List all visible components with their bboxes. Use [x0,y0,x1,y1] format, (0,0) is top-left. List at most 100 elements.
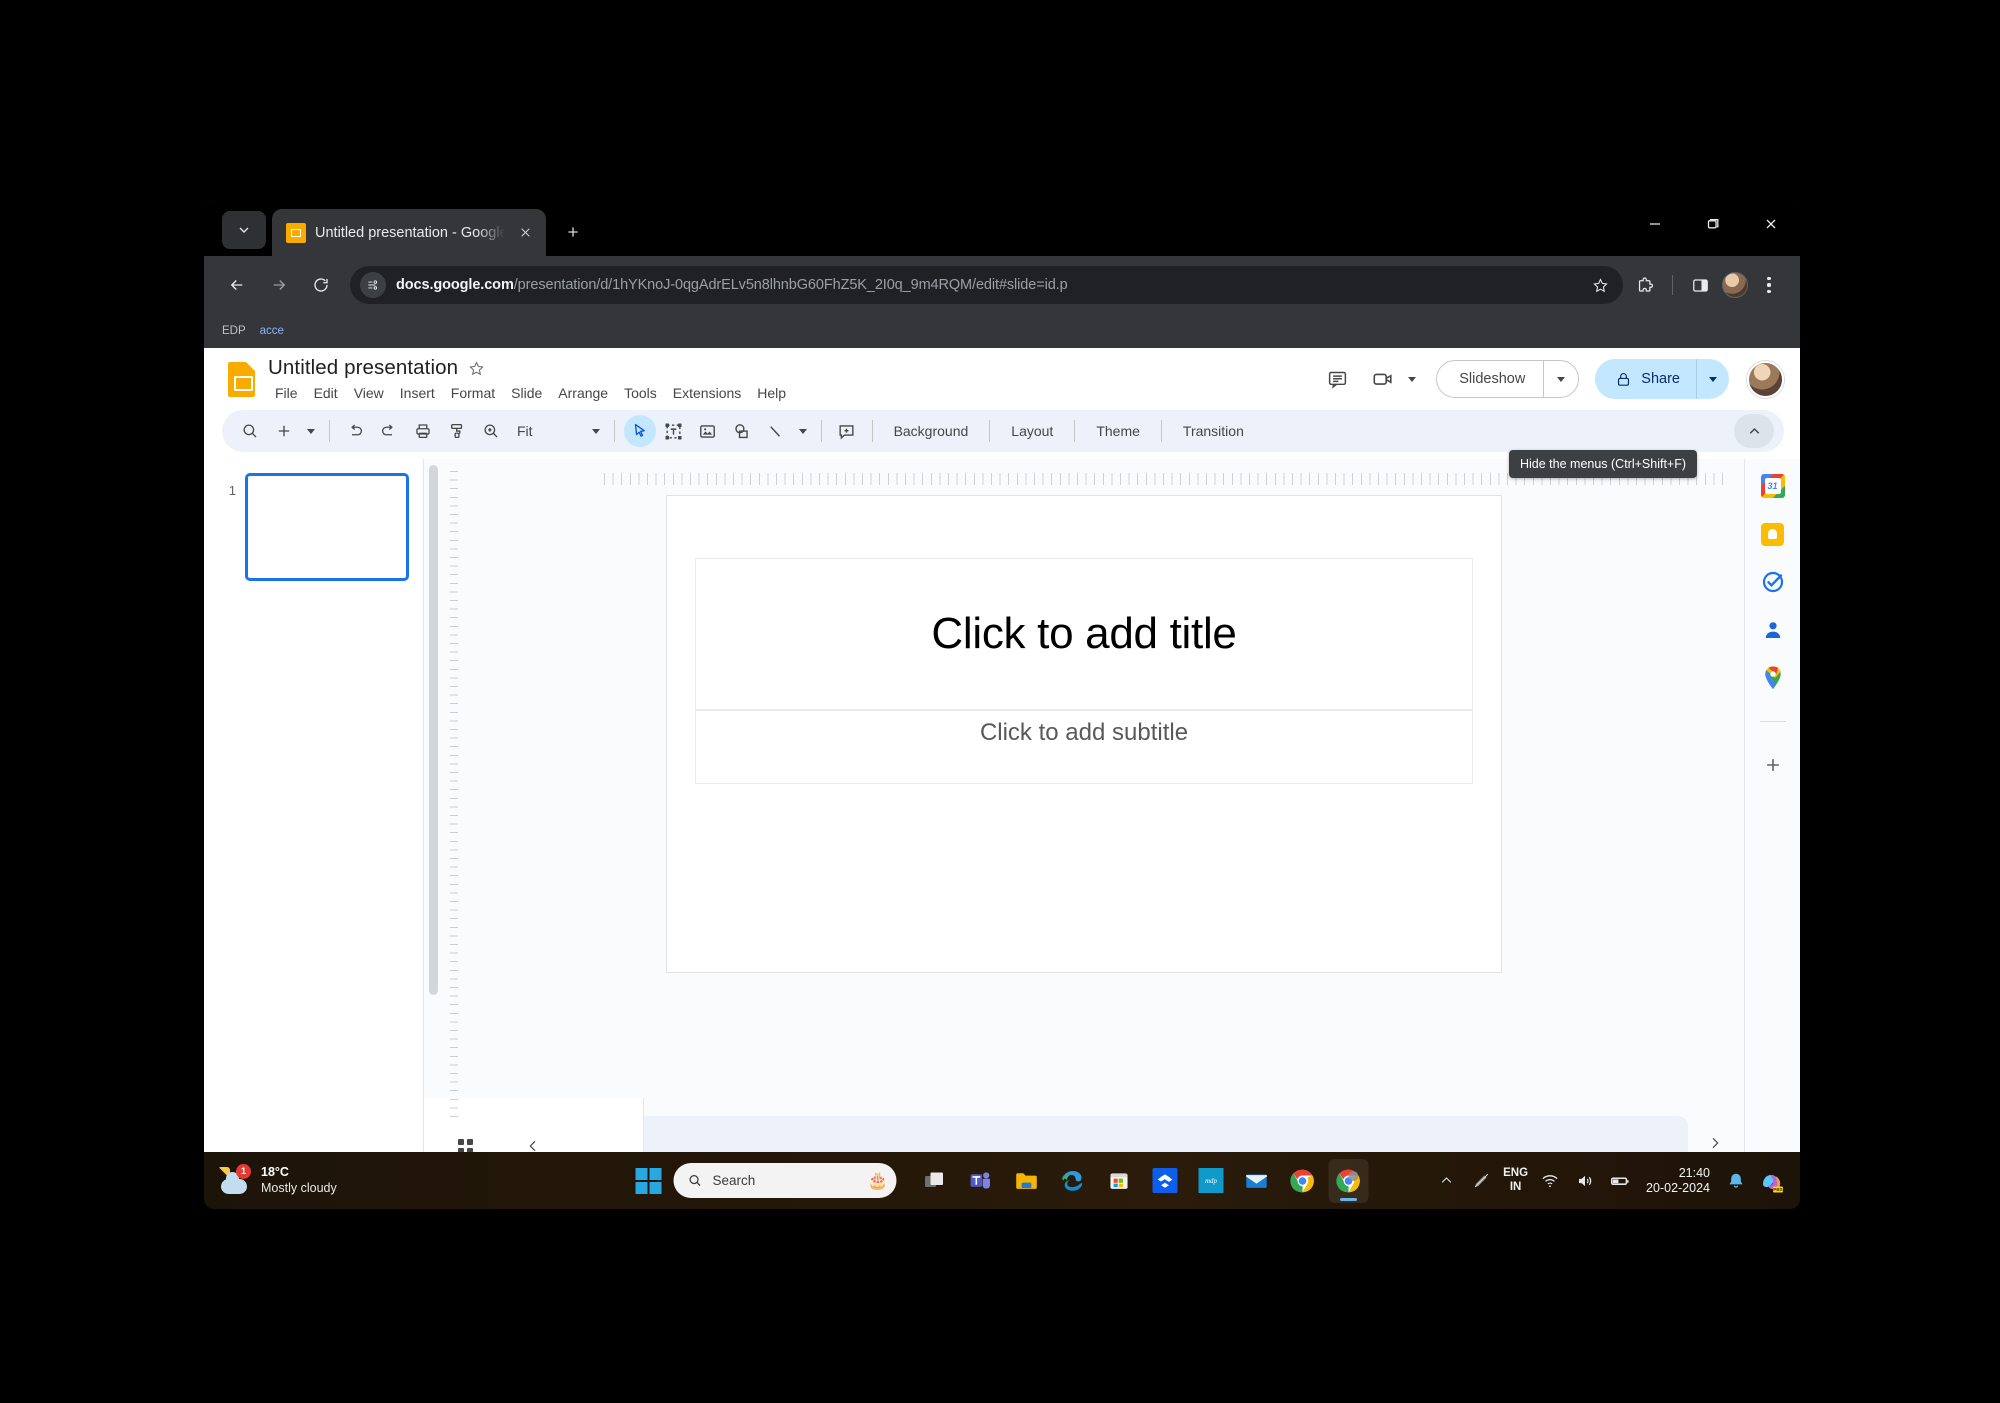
theme-button[interactable]: Theme [1084,417,1152,445]
line-icon[interactable] [760,415,792,447]
search-icon[interactable] [234,415,266,447]
windows-start-icon[interactable] [635,1167,662,1194]
share-options-button[interactable] [1697,359,1729,399]
microsoft-teams-icon[interactable] [961,1159,1001,1203]
close-window-button[interactable] [1742,200,1800,247]
menu-edit[interactable]: Edit [308,383,344,403]
menu-arrange[interactable]: Arrange [552,383,614,403]
new-slide-icon[interactable] [268,415,300,447]
bookmark-item[interactable]: EDP [222,325,246,337]
slideshow-label[interactable]: Slideshow [1437,361,1543,397]
layout-button[interactable]: Layout [999,417,1065,445]
mail-icon[interactable] [1237,1159,1277,1203]
vertical-scrollbar[interactable] [429,465,438,995]
close-icon[interactable] [514,222,536,244]
subtitle-placeholder[interactable]: Click to add subtitle [695,710,1473,784]
maximize-restore-button[interactable] [1684,200,1742,247]
microsoft-edge-icon[interactable] [1053,1159,1093,1203]
slideshow-options-button[interactable] [1544,361,1578,397]
insert-comment-icon[interactable] [831,415,863,447]
background-button[interactable]: Background [882,417,981,445]
paint-format-icon[interactable] [441,415,473,447]
side-panel-icon[interactable] [1682,267,1718,303]
share-button[interactable]: Share [1595,359,1729,399]
zoom-level-value[interactable]: Fit [509,423,541,439]
extensions-icon[interactable] [1627,267,1663,303]
site-settings-icon[interactable] [360,272,386,298]
chrome-menu-icon[interactable] [1752,267,1786,303]
share-main[interactable]: Share [1595,359,1696,399]
menu-slide[interactable]: Slide [505,383,548,403]
google-tasks-icon[interactable] [1760,569,1786,595]
shape-icon[interactable] [726,415,758,447]
undo-icon[interactable] [339,415,371,447]
reload-button[interactable] [302,266,340,304]
avatar[interactable] [1747,360,1784,398]
clock[interactable]: 21:40 20-02-2024 [1646,1166,1710,1196]
profile-avatar[interactable] [1722,272,1748,298]
battery-icon[interactable] [1607,1168,1633,1194]
select-tool-icon[interactable] [623,415,656,447]
slide-thumbnail-1[interactable] [245,473,409,581]
google-contacts-icon[interactable] [1760,617,1786,643]
google-chrome-icon[interactable] [1283,1159,1323,1203]
menu-tools[interactable]: Tools [618,383,663,403]
new-tab-button[interactable] [554,213,592,251]
chevron-down-icon[interactable] [1408,376,1417,382]
line-options-icon[interactable] [794,416,812,446]
address-bar[interactable]: docs.google.com/presentation/d/1hYKnoJ-0… [350,266,1623,304]
language-indicator[interactable]: ENG IN [1503,1167,1528,1193]
tab-search-button[interactable] [222,211,266,249]
back-button[interactable] [218,266,256,304]
chevron-down-icon [1709,376,1717,382]
mdpi-app-icon[interactable]: mdp [1191,1159,1231,1203]
slide-editing-canvas[interactable]: Click to add title Click to add subtitle [666,495,1502,973]
text-box-icon[interactable] [658,415,690,447]
weather-widget[interactable]: 1 18°C Mostly cloudy [218,1163,337,1196]
google-calendar-icon[interactable]: 31 [1760,473,1786,499]
transition-button[interactable]: Transition [1171,417,1256,445]
search-input[interactable]: Search 🎂 [673,1163,897,1198]
google-chrome-active-icon[interactable] [1328,1158,1369,1203]
google-slides-logo-icon[interactable] [222,356,260,402]
forward-button[interactable] [260,266,298,304]
volume-icon[interactable] [1572,1168,1598,1194]
zoom-dropdown-icon[interactable] [587,416,605,446]
redo-icon[interactable] [373,415,405,447]
add-ons-plus-icon[interactable] [1760,752,1786,778]
wifi-icon[interactable] [1537,1168,1563,1194]
bookmark-item[interactable]: acce [260,325,284,337]
svg-text:mdp: mdp [1205,1178,1217,1185]
insert-image-icon[interactable] [692,415,724,447]
minimize-button[interactable] [1626,200,1684,247]
task-view-icon[interactable] [915,1159,955,1203]
menu-file[interactable]: File [269,383,304,403]
file-explorer-icon[interactable] [1007,1159,1047,1203]
document-title[interactable]: Untitled presentation [268,356,458,380]
copilot-icon[interactable]: PBS [1758,1167,1786,1195]
google-maps-icon[interactable] [1760,665,1786,691]
bookmark-star-icon[interactable] [1585,270,1615,300]
meet-button[interactable] [1362,358,1422,400]
pen-disabled-icon[interactable] [1468,1168,1494,1194]
menu-help[interactable]: Help [751,383,792,403]
star-icon[interactable] [468,360,485,377]
menu-format[interactable]: Format [445,383,501,403]
new-slide-options-icon[interactable] [302,416,320,446]
show-hidden-icons[interactable] [1433,1168,1459,1194]
browser-tab-active[interactable]: Untitled presentation - Google [272,209,546,256]
menu-view[interactable]: View [348,383,390,403]
title-placeholder[interactable]: Click to add title [695,558,1473,710]
menu-extensions[interactable]: Extensions [667,383,747,403]
hide-menus-button[interactable] [1734,414,1774,448]
comment-history-icon[interactable] [1316,358,1358,400]
menu-insert[interactable]: Insert [394,383,441,403]
notifications-bell-icon[interactable] [1723,1168,1749,1194]
print-icon[interactable] [407,415,439,447]
video-camera-icon[interactable] [1362,358,1404,400]
microsoft-store-icon[interactable] [1099,1159,1139,1203]
slideshow-button[interactable]: Slideshow [1436,360,1580,398]
google-keep-icon[interactable] [1760,521,1786,547]
zoom-icon[interactable] [475,415,507,447]
dropbox-icon[interactable] [1145,1159,1185,1203]
